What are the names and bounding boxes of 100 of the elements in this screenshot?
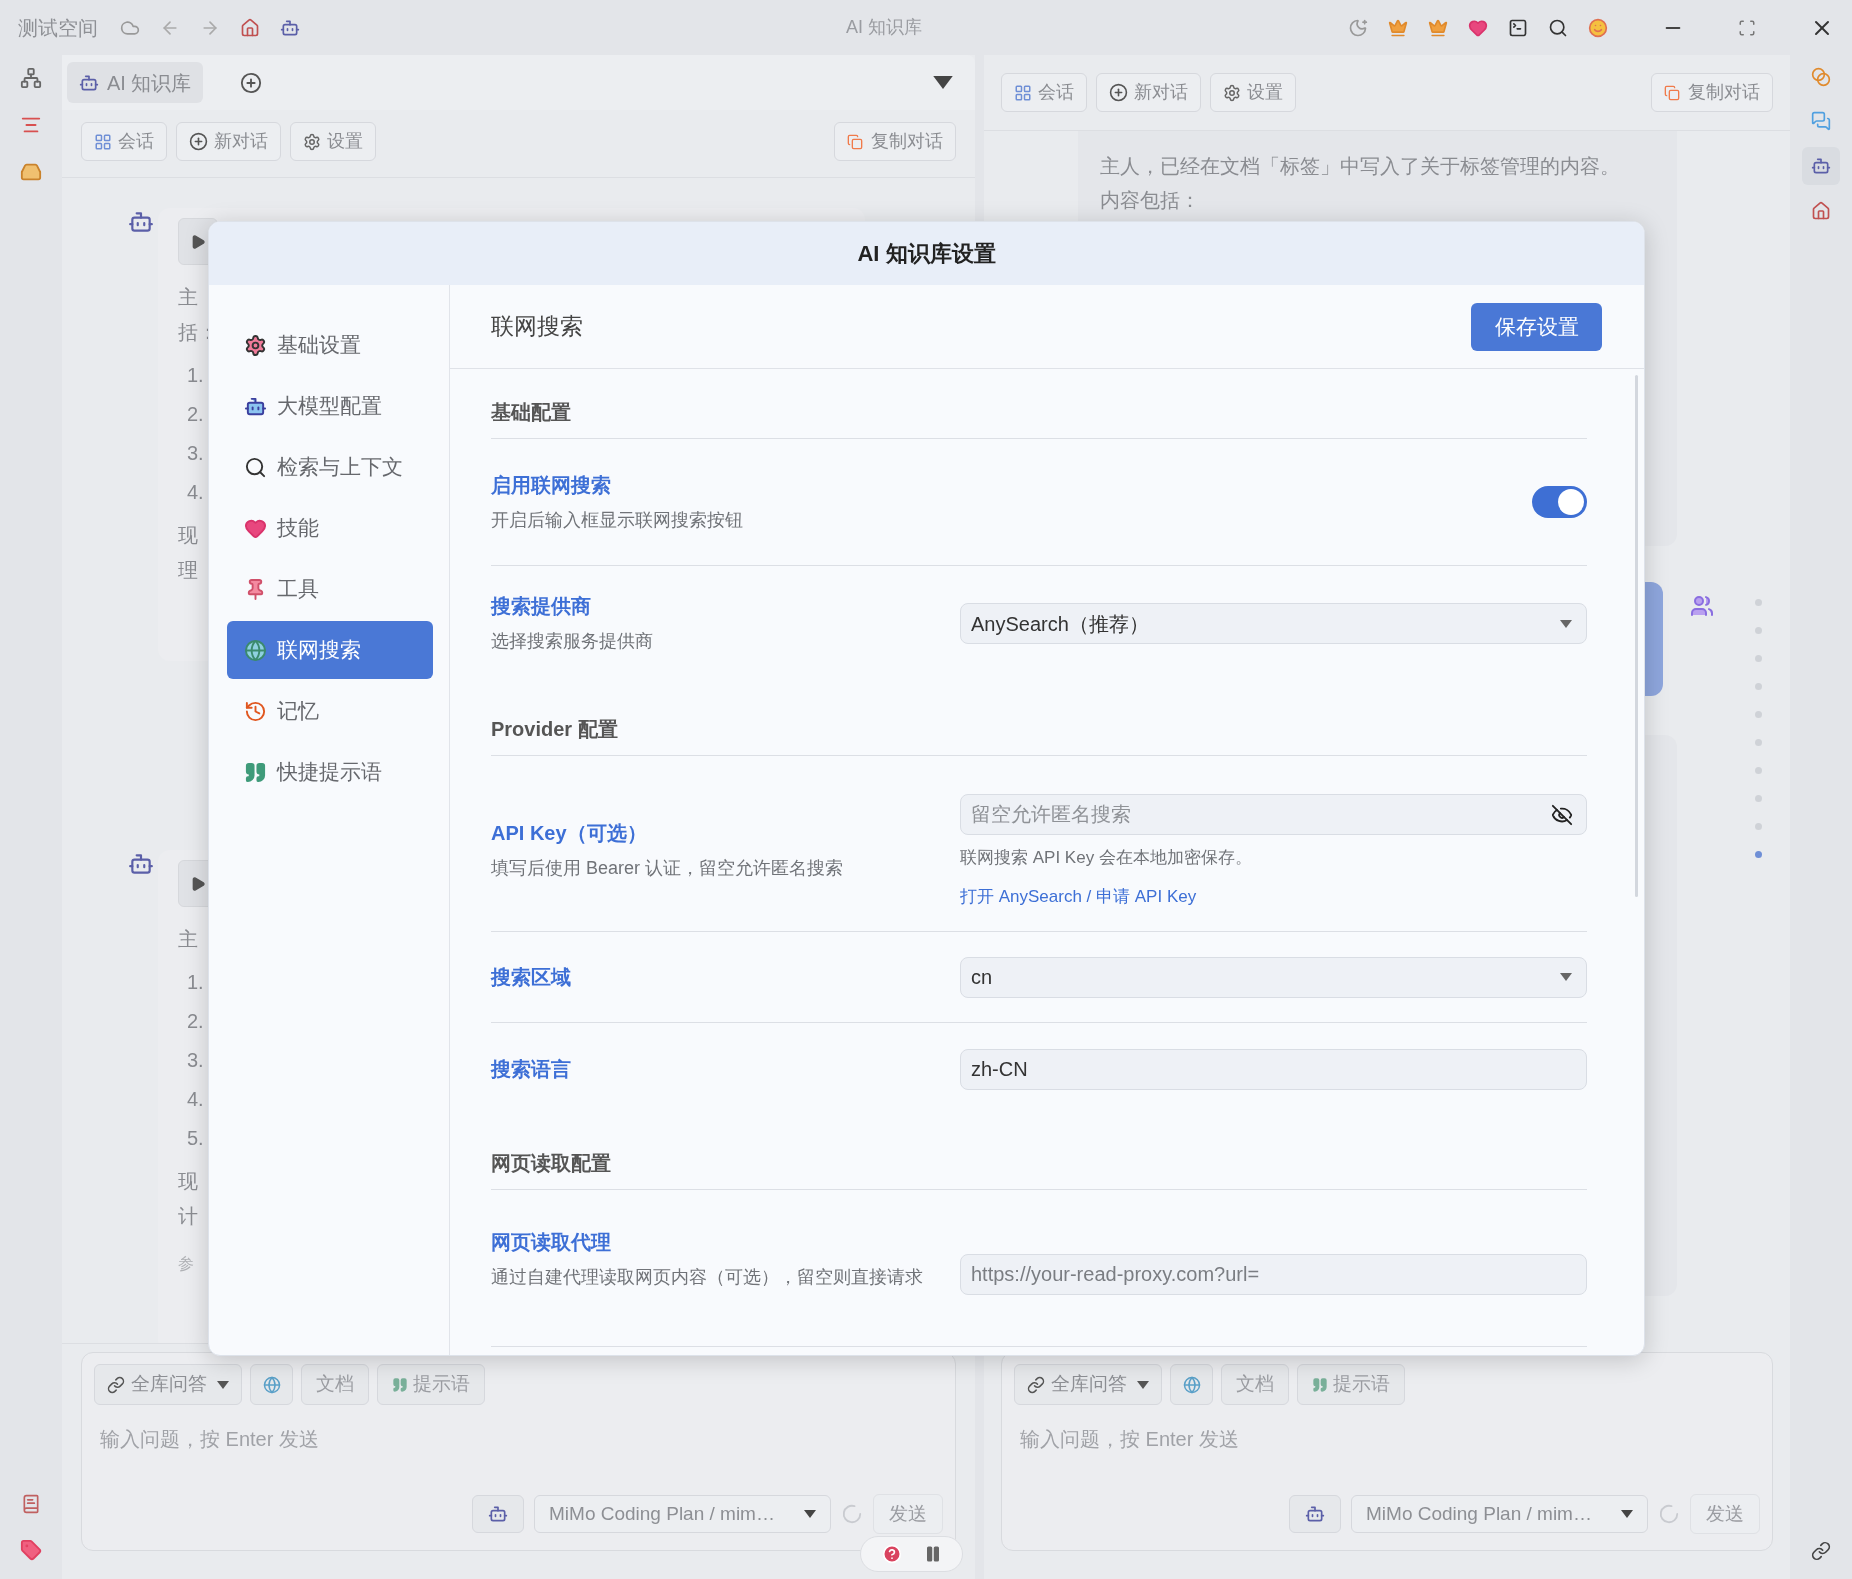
pane-tab[interactable]: AI 知识库 — [67, 62, 204, 103]
section-heading: 网页读取配置 — [491, 1151, 611, 1176]
maximize-icon[interactable] — [1738, 18, 1756, 37]
scrollbar[interactable] — [1635, 375, 1638, 897]
copy-icon — [1664, 84, 1680, 101]
settings-icon — [1223, 83, 1241, 102]
spinner-icon — [841, 1503, 863, 1525]
globe-icon — [262, 1375, 281, 1394]
mode-dropdown[interactable]: 全库问答 — [94, 1364, 242, 1405]
hierarchy-icon[interactable] — [20, 67, 42, 89]
select-field[interactable]: AnySearch（推荐） — [960, 603, 1587, 644]
crown-icon[interactable] — [1388, 17, 1408, 38]
scroll-marker[interactable] — [1755, 851, 1762, 858]
api-key-field[interactable]: 留空允许匿名搜索 — [960, 794, 1587, 835]
help-icon[interactable] — [881, 1544, 902, 1564]
toolbar-button[interactable]: 新对话 — [176, 122, 281, 161]
caret-icon — [217, 1380, 229, 1389]
robot-avatar-icon — [128, 209, 154, 235]
tag-icon[interactable] — [20, 1539, 42, 1561]
scroll-marker[interactable] — [1755, 683, 1762, 690]
section-heading: 基础配置 — [491, 400, 571, 425]
assistant-button[interactable] — [472, 1495, 524, 1533]
eye-off-icon[interactable] — [1551, 804, 1573, 826]
mode-dropdown[interactable]: 全库问答 — [1014, 1364, 1162, 1405]
tab-menu-caret-icon — [933, 76, 953, 89]
message-text: 3. — [186, 441, 204, 466]
settings-nav-item[interactable]: 快捷提示语 — [227, 743, 433, 801]
workspace-name[interactable]: 测试空间 — [18, 12, 98, 43]
copy-icon — [847, 133, 863, 150]
chip-button[interactable]: 文档 — [301, 1364, 369, 1405]
link-icon[interactable] — [1811, 1541, 1831, 1561]
toolbar-button[interactable]: 设置 — [1210, 73, 1296, 112]
settings-nav-item[interactable]: 检索与上下文 — [227, 438, 433, 496]
play-icon — [190, 875, 206, 892]
add-tab-icon[interactable] — [240, 71, 263, 94]
scroll-marker[interactable] — [1755, 599, 1762, 606]
crown-icon[interactable] — [1428, 17, 1448, 38]
scroll-marker[interactable] — [1755, 711, 1762, 718]
setting-label: 启用联网搜索 — [491, 472, 612, 498]
help-text: 联网搜索 API Key 会在本地加密保存。 — [960, 847, 1253, 869]
settings-nav-item[interactable]: 记忆 — [227, 682, 433, 740]
chip-button[interactable]: 提示语 — [1297, 1364, 1405, 1405]
scroll-marker[interactable] — [1755, 627, 1762, 634]
scroll-marker[interactable] — [1755, 795, 1762, 802]
copy-chat-button[interactable]: 复制对话 — [1651, 73, 1773, 112]
model-dropdown[interactable]: MiMo Coding Plan / mim… — [534, 1495, 831, 1533]
toolbar-button[interactable]: 设置 — [290, 122, 376, 161]
terminal-icon[interactable] — [1508, 17, 1528, 38]
message-text: 现 — [178, 523, 198, 548]
settings-nav-item[interactable]: 大模型配置 — [227, 377, 433, 435]
select-field[interactable]: cn — [960, 956, 1587, 998]
web-search-button[interactable] — [250, 1364, 293, 1405]
settings-nav-item[interactable]: 技能 — [227, 499, 433, 557]
settings-nav-item[interactable]: 基础设置 — [227, 316, 433, 374]
chip-button[interactable]: 文档 — [1221, 1364, 1289, 1405]
setting-label: API Key（可选） — [491, 821, 648, 846]
copy-chat-button[interactable]: 复制对话 — [834, 122, 956, 161]
settings-nav-item[interactable]: 联网搜索 — [227, 621, 433, 679]
home-icon[interactable] — [240, 17, 260, 38]
setting-label: 搜索提供商 — [491, 594, 592, 619]
section-heading: Provider 配置 — [491, 717, 618, 742]
plus-circle-icon — [1109, 83, 1128, 102]
search-icon — [244, 455, 267, 479]
link-icon — [107, 1375, 125, 1394]
toolbar-button[interactable]: 会话 — [81, 122, 167, 161]
save-button[interactable]: 保存设置 — [1471, 302, 1602, 351]
question-input[interactable]: 输入问题，按 Enter 发送 — [1014, 1423, 1760, 1455]
scroll-marker[interactable] — [1755, 823, 1762, 830]
robot-icon — [1305, 1504, 1325, 1524]
search-icon[interactable] — [1548, 17, 1568, 38]
model-dropdown[interactable]: MiMo Coding Plan / mim… — [1351, 1495, 1648, 1533]
caret-icon — [1560, 973, 1572, 981]
settings-icon — [303, 132, 321, 151]
text-field[interactable]: https://your-read-proxy.com?url= — [960, 1254, 1587, 1295]
text-field[interactable]: zh-CN — [960, 1048, 1587, 1090]
toggle-switch[interactable] — [1532, 486, 1587, 518]
web-search-button[interactable] — [1170, 1364, 1213, 1405]
dialog-title: AI 知识库设置 — [857, 240, 996, 268]
home-icon[interactable] — [1811, 201, 1831, 221]
scroll-marker[interactable] — [1755, 767, 1762, 774]
message-text: 主 — [178, 285, 198, 310]
caret-icon — [804, 1510, 816, 1518]
toolbar-button[interactable]: 新对话 — [1096, 73, 1201, 112]
question-input[interactable]: 输入问题，按 Enter 发送 — [94, 1423, 943, 1455]
grid-icon — [94, 132, 112, 151]
assistant-button[interactable] — [1289, 1495, 1341, 1533]
bubbles-icon[interactable] — [1811, 111, 1831, 131]
settings-nav-item[interactable]: 工具 — [227, 560, 433, 618]
toolbar-button[interactable]: 会话 — [1001, 73, 1087, 112]
play-icon — [190, 233, 206, 250]
globe-icon — [1182, 1375, 1201, 1394]
chip-button[interactable]: 提示语 — [377, 1364, 485, 1405]
assistant-tab[interactable] — [1802, 147, 1840, 185]
scroll-marker[interactable] — [1755, 739, 1762, 746]
moon-icon[interactable] — [1348, 17, 1368, 38]
book-icon[interactable] — [21, 1494, 41, 1514]
api-key-link[interactable]: 打开 AnySearch / 申请 API Key — [960, 887, 1197, 906]
setting-description: 填写后使用 Bearer 认证，留空允许匿名搜索 — [491, 857, 845, 880]
smile-icon[interactable] — [1588, 17, 1608, 38]
scroll-marker[interactable] — [1755, 655, 1762, 662]
